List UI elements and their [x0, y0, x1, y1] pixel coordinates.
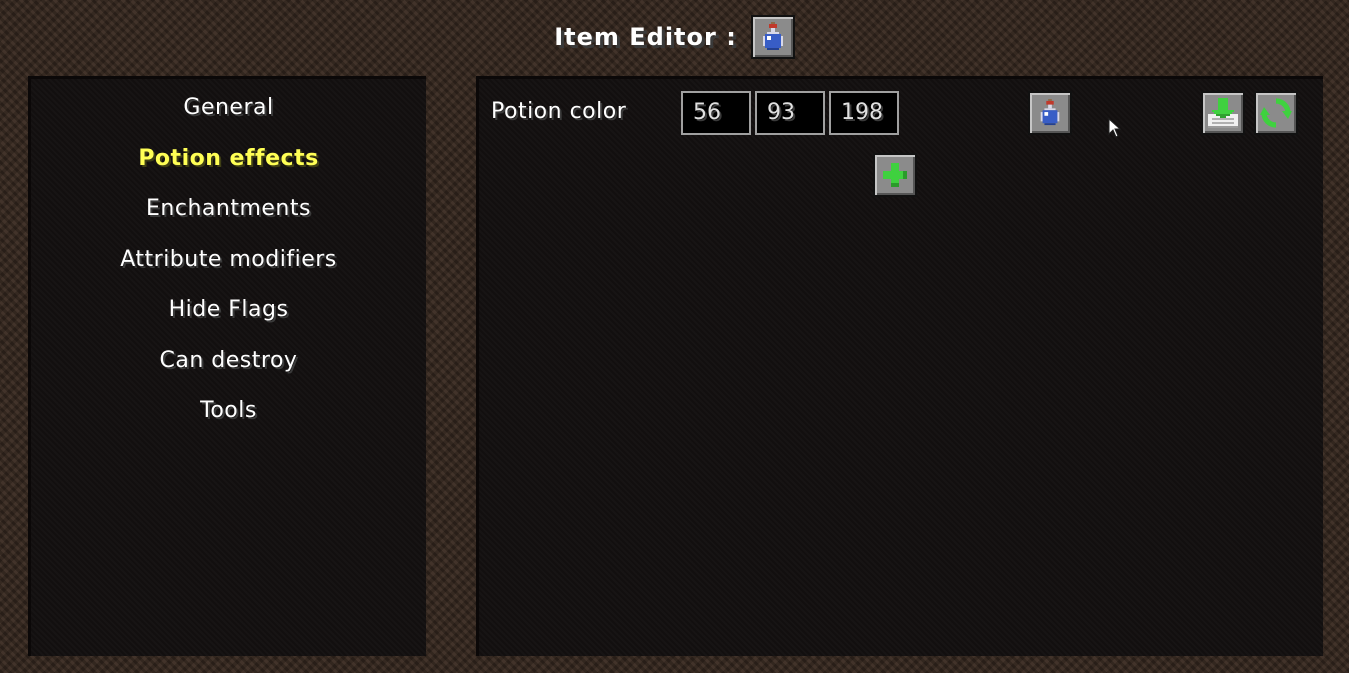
sidebar-menu: General Potion effects Enchantments Attr…: [31, 79, 426, 447]
plus-icon: [883, 163, 907, 187]
title-bar: Item Editor :: [0, 12, 1349, 62]
potion-bottle-icon: [1040, 99, 1060, 126]
edited-item-slot[interactable]: [750, 15, 795, 59]
sidebar: General Potion effects Enchantments Attr…: [28, 76, 426, 656]
potion-color-label: Potion color: [491, 99, 627, 124]
sidebar-item-attribute-modifiers[interactable]: Attribute modifiers: [31, 245, 426, 296]
green-input[interactable]: 93: [755, 91, 825, 135]
sidebar-item-potion-effects[interactable]: Potion effects: [31, 144, 426, 195]
page-title: Item Editor :: [554, 23, 737, 51]
reset-item-button[interactable]: [1254, 91, 1298, 135]
sidebar-item-enchantments[interactable]: Enchantments: [31, 194, 426, 245]
potion-bottle-icon: [762, 22, 783, 50]
potion-color-preview-button[interactable]: [1028, 91, 1072, 135]
blue-input[interactable]: 198: [829, 91, 899, 135]
refresh-icon: [1260, 98, 1292, 128]
sidebar-item-hide-flags[interactable]: Hide Flags: [31, 295, 426, 346]
sidebar-item-general[interactable]: General: [31, 93, 426, 144]
download-icon: [1208, 98, 1238, 128]
save-item-button[interactable]: [1201, 91, 1245, 135]
add-effect-button[interactable]: [873, 153, 917, 197]
sidebar-item-can-destroy[interactable]: Can destroy: [31, 346, 426, 397]
sidebar-item-tools[interactable]: Tools: [31, 396, 426, 447]
potion-effects-panel: Potion color 56 93 198: [476, 76, 1323, 656]
mouse-cursor-icon: [1108, 117, 1122, 138]
red-input[interactable]: 56: [681, 91, 751, 135]
